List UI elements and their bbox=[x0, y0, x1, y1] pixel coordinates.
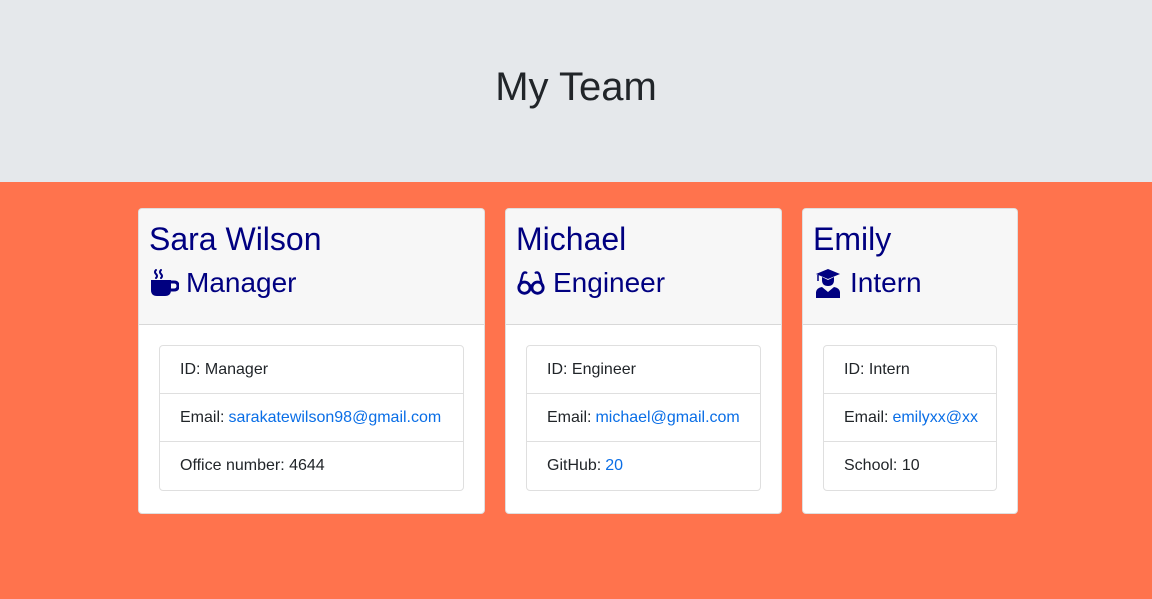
role-label: Intern bbox=[850, 267, 922, 298]
employee-role: Manager bbox=[149, 265, 474, 301]
card-body: ID: Manager Email: sarakatewilson98@gmai… bbox=[139, 325, 484, 511]
list-item-id: ID: Engineer bbox=[527, 346, 760, 394]
list-item-email: Email: emilyxx@xx bbox=[824, 394, 996, 442]
email-link[interactable]: michael@gmail.com bbox=[595, 409, 739, 427]
employee-name: Michael bbox=[516, 221, 627, 257]
role-label: Manager bbox=[186, 267, 297, 298]
card-header: Michael Engineer bbox=[506, 209, 781, 325]
employee-role: Engineer bbox=[516, 265, 771, 301]
card-body: ID: Engineer Email: michael@gmail.com Gi… bbox=[506, 325, 781, 511]
card-header: Emily Intern bbox=[803, 209, 1017, 325]
list-item-school: School: 10 bbox=[844, 457, 920, 474]
page-header: My Team bbox=[0, 0, 1152, 182]
role-label: Engineer bbox=[553, 267, 666, 298]
employee-card-manager: Sara Wilson Manager ID: Manager Email: s… bbox=[138, 208, 485, 514]
list-item-email: Email: sarakatewilson98@gmail.com bbox=[160, 394, 463, 442]
team-cards: Sara Wilson Manager ID: Manager Email: s… bbox=[138, 208, 1018, 514]
list-item-id: ID: Manager bbox=[160, 346, 463, 394]
email-link[interactable]: sarakatewilson98@gmail.com bbox=[228, 409, 441, 427]
employee-role: Intern bbox=[813, 265, 1007, 301]
email-link[interactable]: emilyxx@xx bbox=[892, 409, 978, 427]
coffee-mug-icon bbox=[149, 268, 179, 298]
list-item-id: ID: Intern bbox=[824, 346, 996, 394]
employee-card-engineer: Michael Engineer ID: Engineer Email: mic… bbox=[505, 208, 782, 514]
details-list: ID: Intern Email: emilyxx@xx School: 10 bbox=[823, 345, 997, 491]
github-label: GitHub: bbox=[547, 457, 602, 474]
email-label: Email: bbox=[844, 408, 889, 426]
details-list: ID: Manager Email: sarakatewilson98@gmai… bbox=[159, 345, 464, 491]
employee-name: Sara Wilson bbox=[149, 221, 322, 257]
list-item-github: GitHub: 20 bbox=[527, 442, 760, 490]
employee-card-intern: Emily Intern ID: Intern Email: emilyxx@x… bbox=[802, 208, 1018, 514]
team-section: Sara Wilson Manager ID: Manager Email: s… bbox=[0, 182, 1152, 599]
glasses-icon bbox=[516, 268, 546, 298]
list-item-email: Email: michael@gmail.com bbox=[527, 394, 760, 442]
card-body: ID: Intern Email: emilyxx@xx School: 10 bbox=[803, 325, 1017, 511]
email-label: Email: bbox=[547, 408, 592, 426]
list-item-office: Office number: 4644 bbox=[180, 457, 325, 474]
page-title: My Team bbox=[495, 64, 657, 109]
graduate-icon bbox=[813, 268, 843, 298]
email-label: Email: bbox=[180, 408, 225, 426]
details-list: ID: Engineer Email: michael@gmail.com Gi… bbox=[526, 345, 761, 491]
github-link[interactable]: 20 bbox=[605, 457, 623, 475]
card-header: Sara Wilson Manager bbox=[139, 209, 484, 325]
employee-name: Emily bbox=[813, 221, 892, 257]
